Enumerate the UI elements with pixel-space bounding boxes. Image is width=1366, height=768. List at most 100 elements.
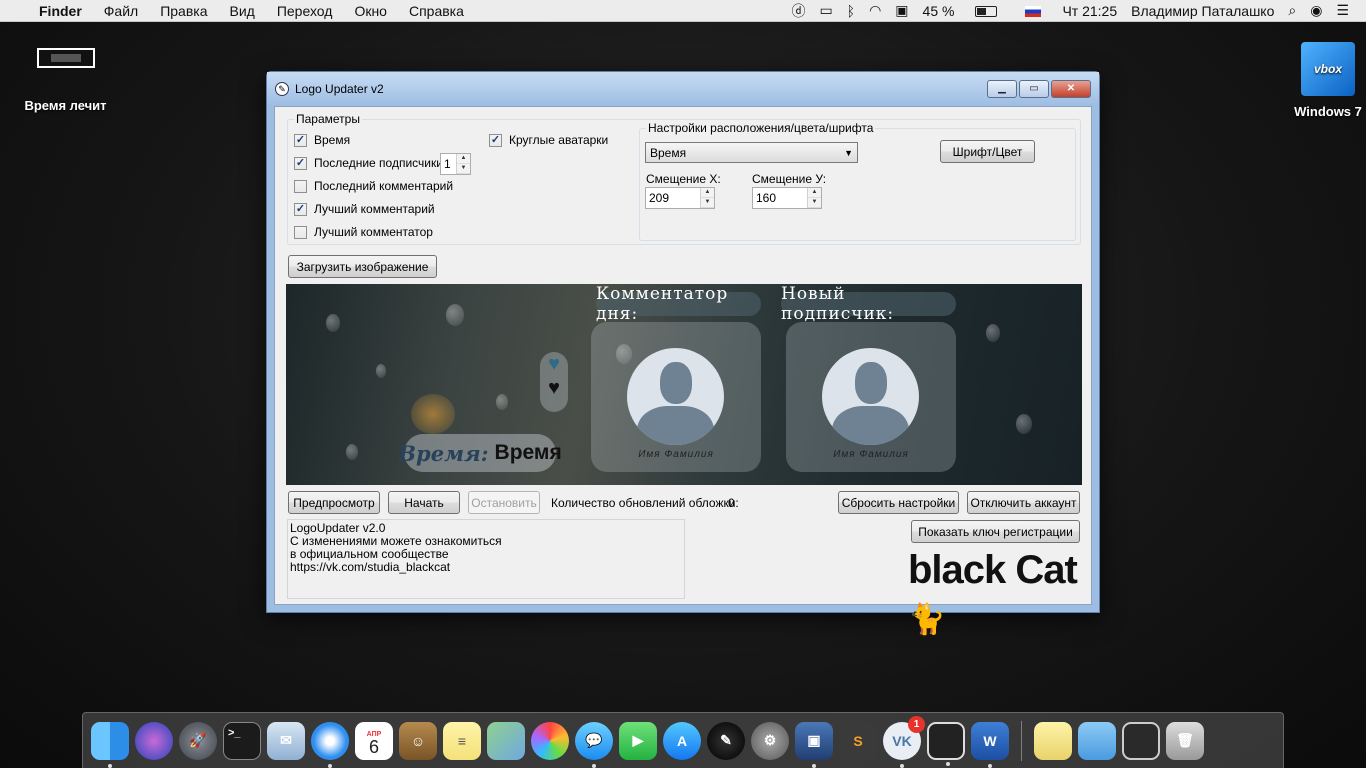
recent-window-icon[interactable]: [1122, 721, 1160, 760]
safari-icon[interactable]: [311, 721, 349, 768]
mail-icon[interactable]: ✉: [267, 721, 305, 760]
avatar-placeholder-icon: [627, 348, 724, 445]
subscriber-title: Новый подписчик:: [781, 284, 956, 324]
vbox-icon-text: vbox: [1313, 62, 1342, 76]
clock[interactable]: Чт 21:25: [1062, 3, 1117, 19]
check-icon: ✓: [489, 133, 502, 147]
messages-icon[interactable]: 💬: [575, 721, 613, 768]
checkbox-best-commentator[interactable]: Лучший комментатор: [294, 225, 433, 239]
word-icon[interactable]: W: [971, 721, 1009, 768]
maximize-button[interactable]: ▭: [1019, 80, 1049, 98]
close-button[interactable]: ✕: [1051, 80, 1091, 98]
facetime-icon[interactable]: ▶: [619, 721, 657, 760]
maps-icon[interactable]: [487, 721, 525, 760]
finder-icon[interactable]: [91, 721, 129, 768]
user-name[interactable]: Владимир Паталашко: [1131, 3, 1274, 19]
menu-app-name[interactable]: Finder: [28, 3, 93, 19]
photos-icon[interactable]: [531, 721, 569, 760]
menu-edit[interactable]: Правка: [149, 3, 218, 19]
photobooth-icon[interactable]: ✎: [707, 721, 745, 760]
start-button[interactable]: Начать: [388, 491, 460, 514]
preferences-icon[interactable]: ⚙: [751, 721, 789, 760]
desktop-icon-image[interactable]: Время лечит: [18, 48, 113, 113]
checkbox-round-avatars[interactable]: ✓ Круглые аватарки: [489, 133, 608, 147]
checkbox-label: Последний комментарий: [314, 179, 454, 193]
subscriber-card: Имя Фамилия: [786, 322, 956, 472]
documents-stack-icon[interactable]: [1034, 721, 1072, 760]
subscriber-name: Имя Фамилия: [833, 449, 909, 460]
terminal-icon[interactable]: >_: [223, 721, 261, 760]
bluetooth-icon[interactable]: ᛒ: [847, 3, 855, 19]
log-textbox[interactable]: LogoUpdater v2.0 С изменениями можете оз…: [287, 519, 685, 599]
offset-x-stepper[interactable]: 209 ▲ ▼: [645, 187, 715, 209]
menu-help[interactable]: Справка: [398, 3, 475, 19]
subscribers-count-stepper[interactable]: 1 ▲ ▼: [440, 153, 471, 175]
chevron-down-icon: ▼: [844, 148, 853, 158]
menu-file[interactable]: Файл: [93, 3, 149, 19]
heart-icon: ♥: [548, 353, 560, 375]
virtualbox-icon[interactable]: ▣: [795, 721, 833, 768]
logo-text: black Cat: [908, 548, 1078, 592]
stepper-value: 209: [649, 191, 670, 205]
spotlight-search-icon[interactable]: ⌕: [1288, 2, 1296, 19]
appstore-icon[interactable]: A: [663, 721, 701, 760]
battery-percent[interactable]: 45 %: [923, 3, 955, 19]
stop-button[interactable]: Остановить: [468, 491, 540, 514]
check-icon: ✓: [294, 156, 307, 170]
stepper-down-icon[interactable]: ▼: [808, 198, 821, 208]
trash-icon[interactable]: 🗑: [1166, 721, 1204, 760]
notification-center-icon[interactable]: ☰: [1336, 2, 1349, 19]
screenshot-icon[interactable]: [927, 721, 965, 766]
checkbox-time[interactable]: ✓ Время: [294, 133, 350, 147]
blackcat-logo: black Cat 🐈: [908, 547, 1091, 639]
app-icon: ✎: [275, 82, 289, 96]
stepper-up-icon[interactable]: ▲: [457, 154, 470, 164]
desktop-icon-windows7[interactable]: vbox Windows 7: [1290, 42, 1366, 119]
avatar-placeholder-icon: [822, 348, 919, 445]
menu-go[interactable]: Переход: [266, 3, 344, 19]
notes-icon[interactable]: ≡: [443, 721, 481, 760]
calendar-icon[interactable]: АПР 6: [355, 721, 393, 760]
offset-x-label: Смещение X:: [646, 172, 721, 186]
input-source-flag-icon[interactable]: [1018, 3, 1048, 19]
stepper-down-icon[interactable]: ▼: [701, 198, 714, 208]
stepper-down-icon[interactable]: ▼: [457, 164, 470, 174]
element-select[interactable]: Время ▼: [645, 142, 858, 163]
siri-icon[interactable]: ◉: [1310, 2, 1322, 19]
menu-view[interactable]: Вид: [219, 3, 266, 19]
offset-y-stepper[interactable]: 160 ▲ ▼: [752, 187, 822, 209]
siri-icon[interactable]: [135, 721, 173, 760]
airplay-icon[interactable]: ▭: [819, 2, 832, 19]
preview-button[interactable]: Предпросмотр: [288, 491, 380, 514]
font-color-button[interactable]: Шрифт/Цвет: [940, 140, 1035, 163]
show-registration-key-button[interactable]: Показать ключ регистрации: [911, 520, 1080, 543]
battery-icon[interactable]: [968, 3, 1004, 19]
stepper-up-icon[interactable]: ▲: [808, 188, 821, 198]
checkbox-last-comment[interactable]: Последний комментарий: [294, 179, 453, 193]
window-title: Logo Updater v2: [295, 82, 384, 96]
dictation-icon[interactable]: ⓓ: [791, 1, 805, 21]
time-widget: Время: Время: [398, 434, 562, 472]
checkbox-last-subscribers[interactable]: ✓ Последние подписчики: [294, 156, 443, 170]
minimize-button[interactable]: ▁: [987, 80, 1017, 98]
vk-icon[interactable]: VK 1: [883, 715, 925, 768]
menu-window[interactable]: Окно: [343, 3, 398, 19]
launchpad-icon[interactable]: 🚀: [179, 721, 217, 760]
window-titlebar[interactable]: ✎ Logo Updater v2 ▁ ▭ ✕: [267, 72, 1099, 106]
display-icon[interactable]: ▣: [895, 2, 908, 19]
checkbox-best-comment[interactable]: ✓ Лучший комментарий: [294, 202, 435, 216]
check-icon: ✓: [294, 202, 307, 216]
time-label: Время:: [398, 440, 489, 466]
contacts-icon[interactable]: ☺: [399, 721, 437, 760]
load-image-button[interactable]: Загрузить изображение: [288, 255, 437, 278]
stepper-up-icon[interactable]: ▲: [701, 188, 714, 198]
raindrop: [326, 314, 340, 332]
downloads-folder-icon[interactable]: [1078, 721, 1116, 760]
check-icon: ✓: [294, 133, 307, 147]
reset-settings-button[interactable]: Сбросить настройки: [838, 491, 959, 514]
wifi-icon[interactable]: ◠: [869, 2, 881, 19]
check-icon: [294, 179, 307, 193]
sublime-icon[interactable]: S: [839, 721, 877, 760]
disconnect-account-button[interactable]: Отключить аккаунт: [967, 491, 1080, 514]
dock: 🚀 >_ ✉ АПР 6 ☺ ≡ 💬 ▶ A ✎ ⚙ ▣ S VK 1 W 🗑: [82, 712, 1284, 768]
